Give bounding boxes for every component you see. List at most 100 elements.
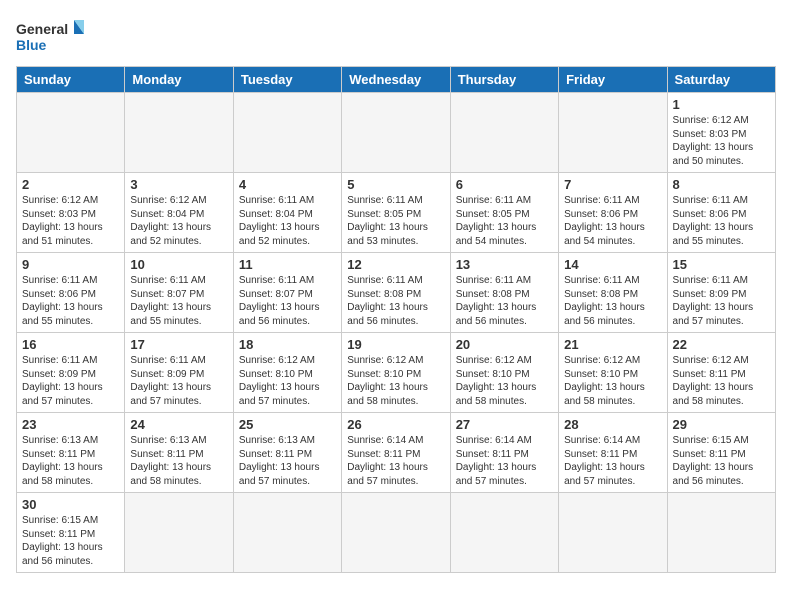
day-cell: 23 Sunrise: 6:13 AMSunset: 8:11 PMDayligh…	[17, 413, 125, 493]
day-info: Sunrise: 6:11 AMSunset: 8:07 PMDaylight:…	[130, 274, 227, 328]
day-number: 20	[456, 337, 553, 352]
day-cell	[559, 93, 667, 173]
day-cell: 1Sunrise: 6:12 AMSunset: 8:03 PMDaylight…	[667, 93, 775, 173]
day-cell: 6 Sunrise: 6:11 AMSunset: 8:05 PMDaylight…	[450, 173, 558, 253]
day-info: Sunrise: 6:11 AMSunset: 8:08 PMDaylight:…	[347, 274, 444, 328]
weekday-header-wednesday: Wednesday	[342, 67, 450, 93]
day-number: 6	[456, 177, 553, 192]
day-cell: 15 Sunrise: 6:11 AMSunset: 8:09 PMDayligh…	[667, 253, 775, 333]
day-cell: 20 Sunrise: 6:12 AMSunset: 8:10 PMDayligh…	[450, 333, 558, 413]
day-cell	[342, 93, 450, 173]
day-cell: 18Sunrise: 6:12 AMSunset: 8:10 PMDayligh…	[233, 333, 341, 413]
day-cell: 26 Sunrise: 6:14 AMSunset: 8:11 PMDayligh…	[342, 413, 450, 493]
day-cell: 7Sunrise: 6:11 AMSunset: 8:06 PMDaylight…	[559, 173, 667, 253]
day-number: 24	[130, 417, 227, 432]
weekday-header-friday: Friday	[559, 67, 667, 93]
day-info: Sunrise: 6:13 AMSunset: 8:11 PMDaylight:…	[239, 434, 336, 488]
day-number: 26	[347, 417, 444, 432]
day-number: 4	[239, 177, 336, 192]
day-info: Sunrise: 6:11 AMSunset: 8:06 PMDaylight:…	[22, 274, 119, 328]
day-cell	[125, 93, 233, 173]
day-number: 19	[347, 337, 444, 352]
day-info: Sunrise: 6:12 AMSunset: 8:10 PMDaylight:…	[347, 354, 444, 408]
day-info: Sunrise: 6:11 AMSunset: 8:06 PMDaylight:…	[564, 194, 661, 248]
day-info: Sunrise: 6:15 AMSunset: 8:11 PMDaylight:…	[673, 434, 770, 488]
day-cell	[342, 493, 450, 573]
day-number: 15	[673, 257, 770, 272]
day-cell: 13Sunrise: 6:11 AMSunset: 8:08 PMDayligh…	[450, 253, 558, 333]
day-info: Sunrise: 6:12 AMSunset: 8:10 PMDaylight:…	[564, 354, 661, 408]
day-number: 21	[564, 337, 661, 352]
day-number: 8	[673, 177, 770, 192]
week-row-6: 30 Sunrise: 6:15 AMSunset: 8:11 PMDayligh…	[17, 493, 776, 573]
day-number: 30	[22, 497, 119, 512]
week-row-3: 9 Sunrise: 6:11 AMSunset: 8:06 PMDaylight…	[17, 253, 776, 333]
day-cell: 10 Sunrise: 6:11 AMSunset: 8:07 PMDayligh…	[125, 253, 233, 333]
day-cell	[125, 493, 233, 573]
weekday-header-row: SundayMondayTuesdayWednesdayThursdayFrid…	[17, 67, 776, 93]
day-cell: 25 Sunrise: 6:13 AMSunset: 8:11 PMDayligh…	[233, 413, 341, 493]
day-info: Sunrise: 6:11 AMSunset: 8:08 PMDaylight:…	[564, 274, 661, 328]
day-cell: 9 Sunrise: 6:11 AMSunset: 8:06 PMDaylight…	[17, 253, 125, 333]
page: General Blue SundayMondayTuesdayWednesda…	[0, 0, 792, 612]
day-cell: 5Sunrise: 6:11 AMSunset: 8:05 PMDaylight…	[342, 173, 450, 253]
day-info: Sunrise: 6:11 AMSunset: 8:09 PMDaylight:…	[673, 274, 770, 328]
day-cell: 30 Sunrise: 6:15 AMSunset: 8:11 PMDayligh…	[17, 493, 125, 573]
weekday-header-monday: Monday	[125, 67, 233, 93]
day-cell: 12 Sunrise: 6:11 AMSunset: 8:08 PMDayligh…	[342, 253, 450, 333]
day-info: Sunrise: 6:12 AMSunset: 8:11 PMDaylight:…	[673, 354, 770, 408]
day-info: Sunrise: 6:12 AMSunset: 8:10 PMDaylight:…	[239, 354, 336, 408]
day-info: Sunrise: 6:14 AMSunset: 8:11 PMDaylight:…	[456, 434, 553, 488]
week-row-2: 2Sunrise: 6:12 AMSunset: 8:03 PMDaylight…	[17, 173, 776, 253]
day-cell: 29 Sunrise: 6:15 AMSunset: 8:11 PMDayligh…	[667, 413, 775, 493]
day-number: 2	[22, 177, 119, 192]
day-number: 9	[22, 257, 119, 272]
day-info: Sunrise: 6:13 AMSunset: 8:11 PMDaylight:…	[130, 434, 227, 488]
day-cell: 17 Sunrise: 6:11 AMSunset: 8:09 PMDayligh…	[125, 333, 233, 413]
day-number: 17	[130, 337, 227, 352]
weekday-header-saturday: Saturday	[667, 67, 775, 93]
day-cell: 27Sunrise: 6:14 AMSunset: 8:11 PMDayligh…	[450, 413, 558, 493]
weekday-header-thursday: Thursday	[450, 67, 558, 93]
day-info: Sunrise: 6:11 AMSunset: 8:04 PMDaylight:…	[239, 194, 336, 248]
day-number: 23	[22, 417, 119, 432]
day-info: Sunrise: 6:15 AMSunset: 8:11 PMDaylight:…	[22, 514, 119, 568]
day-number: 12	[347, 257, 444, 272]
logo: General Blue	[16, 16, 86, 56]
day-cell: 14 Sunrise: 6:11 AMSunset: 8:08 PMDayligh…	[559, 253, 667, 333]
week-row-1: 1Sunrise: 6:12 AMSunset: 8:03 PMDaylight…	[17, 93, 776, 173]
week-row-5: 23 Sunrise: 6:13 AMSunset: 8:11 PMDayligh…	[17, 413, 776, 493]
day-number: 1	[673, 97, 770, 112]
day-cell: 21 Sunrise: 6:12 AMSunset: 8:10 PMDayligh…	[559, 333, 667, 413]
day-number: 29	[673, 417, 770, 432]
day-info: Sunrise: 6:13 AMSunset: 8:11 PMDaylight:…	[22, 434, 119, 488]
logo-svg: General Blue	[16, 16, 86, 56]
day-cell: 8 Sunrise: 6:11 AMSunset: 8:06 PMDaylight…	[667, 173, 775, 253]
day-number: 25	[239, 417, 336, 432]
day-number: 16	[22, 337, 119, 352]
day-cell	[450, 93, 558, 173]
day-cell: 28Sunrise: 6:14 AMSunset: 8:11 PMDayligh…	[559, 413, 667, 493]
day-cell	[559, 493, 667, 573]
day-info: Sunrise: 6:11 AMSunset: 8:06 PMDaylight:…	[673, 194, 770, 248]
day-number: 13	[456, 257, 553, 272]
day-number: 11	[239, 257, 336, 272]
day-number: 22	[673, 337, 770, 352]
day-cell: 4 Sunrise: 6:11 AMSunset: 8:04 PMDaylight…	[233, 173, 341, 253]
day-number: 10	[130, 257, 227, 272]
day-cell: 16Sunrise: 6:11 AMSunset: 8:09 PMDayligh…	[17, 333, 125, 413]
day-number: 14	[564, 257, 661, 272]
day-cell	[450, 493, 558, 573]
weekday-header-tuesday: Tuesday	[233, 67, 341, 93]
day-info: Sunrise: 6:11 AMSunset: 8:07 PMDaylight:…	[239, 274, 336, 328]
day-info: Sunrise: 6:14 AMSunset: 8:11 PMDaylight:…	[347, 434, 444, 488]
day-info: Sunrise: 6:11 AMSunset: 8:05 PMDaylight:…	[456, 194, 553, 248]
day-info: Sunrise: 6:12 AMSunset: 8:10 PMDaylight:…	[456, 354, 553, 408]
header: General Blue	[16, 16, 776, 56]
day-cell: 2Sunrise: 6:12 AMSunset: 8:03 PMDaylight…	[17, 173, 125, 253]
day-info: Sunrise: 6:12 AMSunset: 8:04 PMDaylight:…	[130, 194, 227, 248]
day-cell: 19 Sunrise: 6:12 AMSunset: 8:10 PMDayligh…	[342, 333, 450, 413]
day-cell: 11 Sunrise: 6:11 AMSunset: 8:07 PMDayligh…	[233, 253, 341, 333]
day-number: 28	[564, 417, 661, 432]
day-info: Sunrise: 6:11 AMSunset: 8:09 PMDaylight:…	[130, 354, 227, 408]
